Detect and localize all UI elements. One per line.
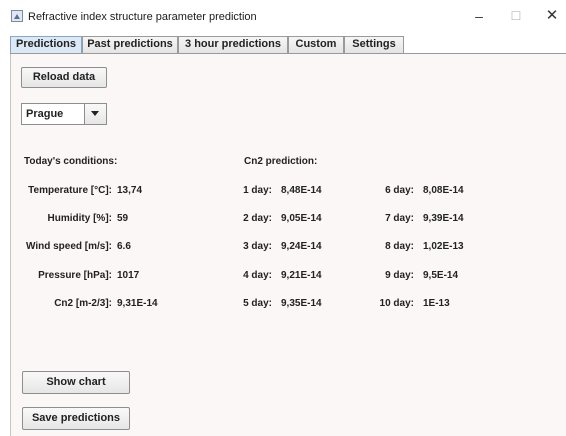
prediction-day-value: 1,02E-13 <box>423 241 464 252</box>
prediction-day-label: 8 day: <box>385 241 414 252</box>
temperature-value: 13,74 <box>117 185 143 196</box>
prediction-day-value: 1E-13 <box>423 298 450 309</box>
maximize-button[interactable]: ☐ <box>505 6 527 26</box>
prediction-day-label: 3 day: <box>243 241 272 252</box>
pressure-label: Pressure [hPa]: <box>38 270 112 281</box>
prediction-day-label: 1 day: <box>243 185 272 196</box>
prediction-day-label: 6 day: <box>385 185 414 196</box>
prediction-day-value: 9,35E-14 <box>281 298 322 309</box>
humidity-label: Humidity [%]: <box>47 213 112 224</box>
window-title: Refractive index structure parameter pre… <box>28 11 257 23</box>
tab-predictions[interactable]: Predictions <box>10 36 82 54</box>
prediction-day-value: 8,08E-14 <box>423 185 464 196</box>
prediction-day-label: 2 day: <box>243 213 272 224</box>
prediction-day-label: 7 day: <box>385 213 414 224</box>
prediction-day-label: 4 day: <box>243 270 272 281</box>
save-predictions-button[interactable]: Save predictions <box>22 407 130 430</box>
tab-custom[interactable]: Custom <box>288 36 344 53</box>
tab-past-predictions[interactable]: Past predictions <box>82 36 178 53</box>
prediction-day-value: 9,05E-14 <box>281 213 322 224</box>
prediction-day-value: 9,21E-14 <box>281 270 322 281</box>
java-app-icon <box>11 10 23 22</box>
pressure-value: 1017 <box>117 270 140 281</box>
location-select[interactable]: Prague <box>21 103 107 125</box>
prediction-heading: Cn2 prediction: <box>244 156 318 167</box>
tab-bar: Predictions Past predictions 3 hour pred… <box>10 36 566 54</box>
location-select-value: Prague <box>26 108 64 120</box>
prediction-day-label: 9 day: <box>385 270 414 281</box>
temperature-label: Temperature [°C]: <box>28 185 112 196</box>
prediction-day-label: 10 day: <box>379 298 414 309</box>
prediction-day-value: 9,39E-14 <box>423 213 464 224</box>
cn2-value: 9,31E-14 <box>117 298 158 309</box>
show-chart-button[interactable]: Show chart <box>22 371 130 394</box>
conditions-heading: Today's conditions: <box>24 156 118 167</box>
prediction-day-label: 5 day: <box>243 298 272 309</box>
prediction-day-value: 8,48E-14 <box>281 185 322 196</box>
tab-3-hour-predictions[interactable]: 3 hour predictions <box>178 36 288 53</box>
wind-speed-value: 6.6 <box>117 241 131 252</box>
humidity-value: 59 <box>117 213 129 224</box>
wind-speed-label: Wind speed [m/s]: <box>25 241 112 252</box>
title-bar: Refractive index structure parameter pre… <box>0 0 566 34</box>
prediction-day-value: 9,24E-14 <box>281 241 322 252</box>
close-button[interactable]: ✕ <box>541 6 563 26</box>
cn2-label: Cn2 [m-2/3]: <box>54 298 112 309</box>
reload-data-button[interactable]: Reload data <box>21 67 107 88</box>
minimize-button[interactable]: – <box>468 6 490 26</box>
chevron-down-icon[interactable] <box>84 104 106 124</box>
prediction-day-value: 9,5E-14 <box>423 270 459 281</box>
tab-settings[interactable]: Settings <box>344 36 404 53</box>
